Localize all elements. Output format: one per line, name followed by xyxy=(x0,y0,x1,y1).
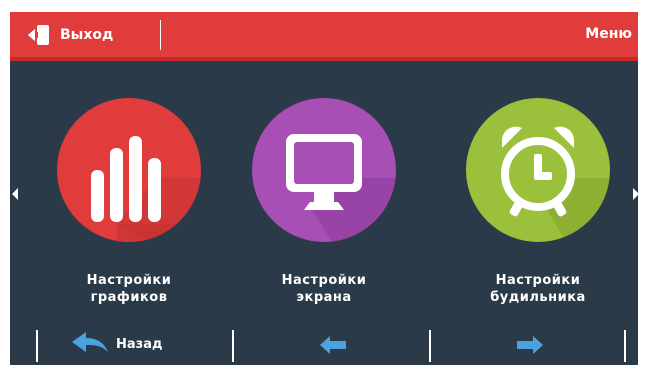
tile-alarm-settings[interactable]: Настройки будильника xyxy=(458,98,618,306)
monitor-icon xyxy=(286,134,396,242)
tile-chart-settings[interactable]: Настройки графиков xyxy=(49,98,209,306)
top-bar: Выход Меню xyxy=(10,12,638,61)
arrow-right-icon xyxy=(517,336,543,354)
exit-door-icon xyxy=(26,23,52,47)
bottom-divider xyxy=(624,330,626,362)
back-button[interactable]: Назад xyxy=(70,326,200,362)
next-button[interactable] xyxy=(510,332,550,358)
scroll-left-arrow-icon[interactable] xyxy=(12,188,18,200)
bottom-divider xyxy=(429,330,431,362)
exit-button[interactable]: Выход xyxy=(26,12,161,57)
bottom-divider xyxy=(232,330,234,362)
arrow-left-icon xyxy=(320,336,346,354)
back-label: Назад xyxy=(116,336,163,352)
bottom-divider xyxy=(36,330,38,362)
alarm-settings-label: Настройки будильника xyxy=(490,273,586,305)
back-arrow-icon xyxy=(70,330,110,358)
screen-settings-label: Настройки экрана xyxy=(281,273,367,305)
alarm-clock-icon xyxy=(501,126,610,242)
alarm-settings-circle xyxy=(466,98,610,242)
tile-screen-settings[interactable]: Настройки экрана xyxy=(244,98,404,306)
header-divider xyxy=(160,20,161,50)
exit-label: Выход xyxy=(60,26,114,43)
device-screen: Выход Меню Настройки графиков Настройки … xyxy=(10,12,638,365)
chart-settings-label: Настройки графиков xyxy=(86,273,172,305)
previous-button[interactable] xyxy=(313,332,353,358)
scroll-right-arrow-icon[interactable] xyxy=(633,188,638,200)
chart-settings-circle xyxy=(57,98,201,242)
screen-settings-circle xyxy=(252,98,396,242)
bottom-bar: Назад xyxy=(10,324,638,365)
bar-chart-icon xyxy=(91,136,201,242)
menu-title: Меню xyxy=(585,26,632,42)
